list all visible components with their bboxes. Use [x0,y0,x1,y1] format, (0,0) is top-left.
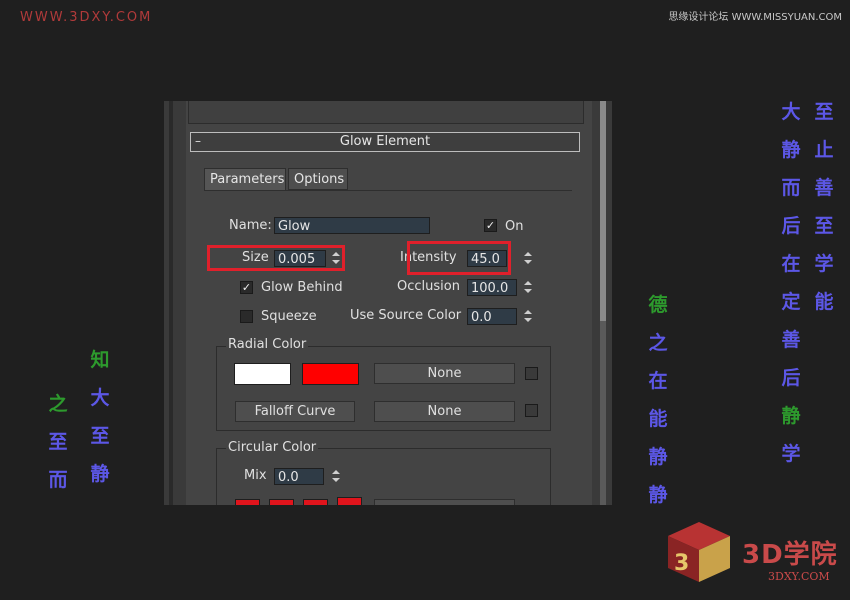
intensity-highlight [407,241,511,275]
decor-col-left-2: 知 大 至 静 [90,349,110,485]
decor-col-right-2: 至 止 善 至 学 能 [814,101,834,313]
radial-color-title: Radial Color [226,337,309,352]
squeeze-checkbox[interactable] [240,310,253,323]
brand-url: 3DXY.COM [768,570,830,583]
intensity-spinner[interactable] [523,249,533,267]
glow-behind-checkbox[interactable]: ✓ [240,281,253,294]
radial-color-swatch-2[interactable] [302,363,359,385]
watermark-top-right: 思缘设计论坛 WWW.MISSYUAN.COM [668,12,842,23]
use-source-color-label: Use Source Color [350,308,462,323]
use-source-color-spinner[interactable] [523,307,533,325]
circular-map-button[interactable] [374,499,515,505]
decor-col-right-1: 大 静 而 后 在 定 善 后 静 学 [781,101,801,465]
circular-color-swatch-3[interactable] [303,499,328,505]
tab-divider [204,190,572,191]
decor-col-mid: 德 之 在 能 静 静 [648,294,668,506]
rollout-header[interactable]: – Glow Element [190,132,580,152]
panel-left-edge [164,101,186,505]
decor-col-left-1: 之 至 而 [48,393,68,491]
cube-logo-icon: 3 [668,522,730,582]
use-source-color-input[interactable]: 0.0 [467,308,517,325]
on-label: On [505,219,524,234]
circular-color-swatch-4[interactable] [337,497,362,505]
name-input[interactable]: Glow [274,217,430,234]
occlusion-spinner[interactable] [523,278,533,296]
occlusion-input[interactable]: 100.0 [467,279,517,296]
tab-parameters[interactable]: Parameters [204,168,286,190]
radial-color-swatch-1[interactable] [234,363,291,385]
tab-options[interactable]: Options [288,168,348,190]
radial-map-button[interactable]: None [374,363,515,384]
name-label: Name: [229,218,272,233]
on-checkbox[interactable]: ✓ [484,219,497,232]
previous-rollout [188,101,584,124]
mix-input[interactable]: 0.0 [274,468,324,485]
svg-text:3: 3 [674,551,689,576]
occlusion-label: Occlusion [397,279,460,294]
circular-color-title: Circular Color [226,440,319,455]
circular-color-swatch-2[interactable] [269,499,294,505]
mix-spinner[interactable] [331,467,341,485]
rollout-title: Glow Element [339,134,431,149]
circular-color-swatch-1[interactable] [235,499,260,505]
watermark-top-left: WWW.3DXY.COM [20,10,153,25]
falloff-curve-button[interactable]: Falloff Curve [235,401,355,422]
size-highlight [207,245,345,271]
brand-name: 3D学院 [742,540,838,570]
falloff-map-button[interactable]: None [374,401,515,422]
falloff-map-checkbox[interactable] [525,404,538,417]
watermark-logo: 3 3D学院 3DXY.COM [660,512,840,592]
glow-element-panel: – Glow Element Parameters Options Name: … [164,101,612,505]
glow-behind-label: Glow Behind [261,280,343,295]
mix-label: Mix [244,468,267,483]
scrollbar-thumb[interactable] [600,101,606,321]
radial-map-checkbox[interactable] [525,367,538,380]
squeeze-label: Squeeze [261,309,317,324]
